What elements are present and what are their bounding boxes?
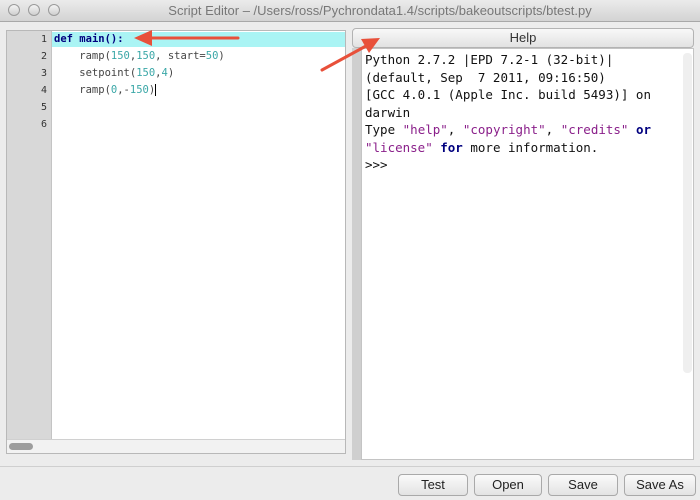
number-literal: 50 [205, 50, 219, 62]
window-title: Script Editor – /Users/ross/Pychrondata1… [168, 3, 592, 18]
script-editor[interactable]: 1 2 3 4 5 6 def main(): ramp(150,150, st… [6, 30, 346, 454]
keyword: for [432, 139, 463, 155]
code-line[interactable]: def main(): [54, 31, 124, 48]
divider [0, 466, 700, 467]
panel-splitter[interactable] [352, 48, 361, 460]
string-literal: "license" [365, 139, 433, 155]
line-number: 4 [40, 85, 47, 96]
number-literal: 150 [110, 50, 130, 62]
string-literal: "help" [402, 122, 448, 137]
line-number: 2 [40, 51, 47, 62]
shell-text: , [545, 122, 561, 137]
close-window-button[interactable] [8, 4, 20, 16]
line-number: 5 [40, 102, 47, 113]
title-bar: Script Editor – /Users/ross/Pychrondata1… [0, 0, 700, 22]
line-number: 3 [40, 68, 47, 79]
open-button[interactable]: Open [474, 474, 542, 496]
code-line[interactable]: setpoint(150,4) [54, 65, 174, 82]
function-name: main [79, 33, 105, 45]
minimize-window-button[interactable] [28, 4, 40, 16]
code-text: ,- [117, 84, 130, 96]
code-line[interactable]: ramp(0,-150) [54, 82, 157, 99]
scrollbar-thumb[interactable] [9, 443, 33, 450]
shell-vertical-scrollbar[interactable] [683, 53, 692, 373]
shell-line: [GCC 4.0.1 (Apple Inc. build 5493)] on d… [365, 87, 659, 120]
code-text: , start= [155, 50, 206, 62]
code-text: ramp( [54, 50, 111, 62]
string-literal: "credits" [560, 122, 629, 137]
python-shell[interactable]: Python 2.7.2 |EPD 7.2-1 (32-bit)| (defau… [361, 48, 694, 460]
code-text: ) [218, 50, 225, 62]
code-text: (): [104, 33, 124, 45]
keyword: def [54, 33, 73, 45]
test-button[interactable]: Test [398, 474, 468, 496]
shell-prompt[interactable]: >>> [365, 157, 388, 172]
save-as-button[interactable]: Save As [624, 474, 696, 496]
code-text: ramp( [54, 84, 111, 96]
shell-text: more information. [462, 139, 599, 155]
save-button[interactable]: Save [548, 474, 618, 496]
shell-text: , [447, 122, 463, 137]
shell-output: Python 2.7.2 |EPD 7.2-1 (32-bit)| (defau… [365, 51, 675, 174]
shell-line: Python 2.7.2 |EPD 7.2-1 (32-bit)| (defau… [365, 52, 621, 85]
number-literal: 150 [129, 84, 149, 96]
text-caret [155, 84, 157, 96]
code-text: ) [167, 67, 175, 79]
shell-text: Type [365, 122, 403, 137]
line-number: 1 [40, 34, 47, 45]
line-number: 6 [40, 119, 47, 130]
help-button[interactable]: Help [352, 28, 694, 48]
number-literal: 150 [136, 67, 156, 79]
number-literal: 150 [136, 50, 156, 62]
line-number-gutter: 1 2 3 4 5 6 [7, 31, 52, 441]
keyword: or [628, 122, 659, 137]
code-text: setpoint( [54, 67, 137, 79]
code-line[interactable]: ramp(150,150, start=50) [54, 48, 225, 65]
editor-horizontal-scrollbar[interactable] [7, 439, 345, 453]
zoom-window-button[interactable] [48, 4, 60, 16]
string-literal: "copyright" [462, 122, 546, 137]
